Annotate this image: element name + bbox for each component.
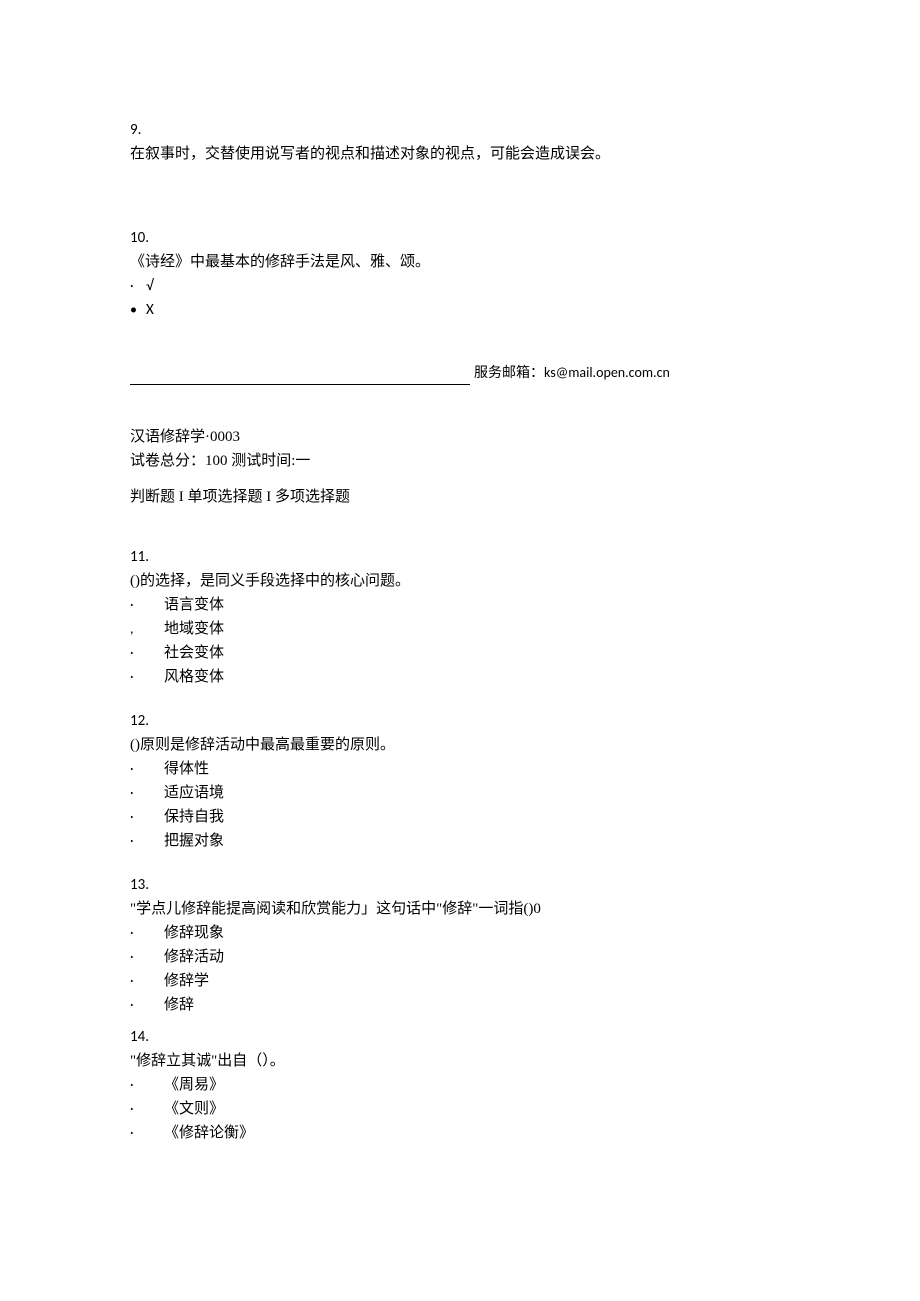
bullet-dot-icon: · (130, 758, 146, 780)
q11-number: 11. (130, 545, 790, 569)
bullet-dot-icon: · (130, 830, 146, 852)
option-label: 修辞学 (146, 969, 209, 993)
option-label: 修辞现象 (146, 921, 224, 945)
option-label: 得体性 (146, 757, 209, 781)
option-label: 地域变体 (146, 617, 224, 641)
q13-number: 13. (130, 873, 790, 897)
bullet-dot-icon: · (130, 922, 146, 944)
q12-option-d: · 把握对象 (130, 829, 790, 853)
option-label: 修辞活动 (146, 945, 224, 969)
service-label: 服务邮箱： (474, 366, 544, 381)
q10-text: 《诗经》中最基本的修辞手法是风、雅、颂。 (130, 250, 790, 274)
bullet-dot-icon: · (130, 275, 146, 297)
q13-option-d: · 修辞 (130, 993, 790, 1017)
footer-divider: 服务邮箱：ks@mail.open.com.cn (130, 362, 790, 385)
q12-option-a: · 得体性 (130, 757, 790, 781)
option-label: 《周易》 (146, 1073, 224, 1097)
q11-option-b: , 地域变体 (130, 617, 790, 641)
q14-option-a: · 《周易》 (130, 1073, 790, 1097)
bullet-dot-icon: · (130, 1122, 146, 1144)
exam-meta: 试卷总分：100 测试时间:一 (130, 449, 790, 473)
q11-text: ()的选择，是同义手段选择中的核心问题。 (130, 569, 790, 593)
q14-option-b: · 《文则》 (130, 1097, 790, 1121)
option-label: 修辞 (146, 993, 194, 1017)
q12-option-c: · 保持自我 (130, 805, 790, 829)
q11-option-a: · 语言变体 (130, 593, 790, 617)
email-address: ks@mail.open.com.cn (544, 364, 670, 381)
bullet-dot-icon: · (130, 946, 146, 968)
bullet-dot-icon: · (130, 642, 146, 664)
option-label: 保持自我 (146, 805, 224, 829)
exam-sections: 判断题 I 单项选择题 I 多项选择题 (130, 485, 790, 509)
option-label: 风格变体 (146, 665, 224, 689)
q11-option-c: · 社会变体 (130, 641, 790, 665)
spacer (130, 689, 790, 701)
bullet-dot-icon: · (130, 666, 146, 688)
option-label: 适应语境 (146, 781, 224, 805)
q12-option-b: · 适应语境 (130, 781, 790, 805)
q14-number: 14. (130, 1025, 790, 1049)
q13-option-c: · 修辞学 (130, 969, 790, 993)
bullet-dot-icon: · (130, 1074, 146, 1096)
bullet-dot-icon: · (130, 994, 146, 1016)
bullet-dot-icon: · (130, 594, 146, 616)
option-label: 《文则》 (146, 1097, 224, 1121)
q14-text: "修辞立其诚"出自（）。 (130, 1049, 790, 1073)
spacer (130, 473, 790, 485)
q12-text: ()原则是修辞活动中最高最重要的原则。 (130, 733, 790, 757)
q13-option-a: · 修辞现象 (130, 921, 790, 945)
true-mark: √ (146, 274, 153, 298)
option-label: 把握对象 (146, 829, 224, 853)
q9-text: 在叙事时，交替使用说写者的视点和描述对象的视点，可能会造成误会。 (130, 142, 790, 166)
q13-option-b: · 修辞活动 (130, 945, 790, 969)
spacer (130, 853, 790, 865)
exam-title: 汉语修辞学·0003 (130, 425, 790, 449)
option-label: 《修辞论衡》 (146, 1121, 254, 1145)
q10-number: 10. (130, 226, 790, 250)
q10-true-option: · √ (130, 274, 790, 298)
q10-false-option: • X (130, 298, 790, 322)
bullet-dot-icon: · (130, 1098, 146, 1120)
exam-header: 汉语修辞学·0003 试卷总分：100 测试时间:一 判断题 I 单项选择题 I… (130, 425, 790, 509)
service-email: 服务邮箱：ks@mail.open.com.cn (474, 362, 670, 385)
q14-option-c: · 《修辞论衡》 (130, 1121, 790, 1145)
bullet-dot-icon: · (130, 782, 146, 804)
spacer (130, 166, 790, 218)
bullet-dot-icon: • (130, 299, 146, 321)
underline (130, 383, 470, 385)
bullet-dot-icon: · (130, 806, 146, 828)
q13-text: "学点儿修辞能提高阅读和欣赏能力」这句话中"修辞"一词指()0 (130, 897, 790, 921)
page: 9. 在叙事时，交替使用说写者的视点和描述对象的视点，可能会造成误会。 10. … (0, 0, 920, 1301)
q9-number: 9. (130, 118, 790, 142)
spacer (130, 509, 790, 537)
q11-option-d: · 风格变体 (130, 665, 790, 689)
option-label: 社会变体 (146, 641, 224, 665)
false-mark: X (146, 298, 154, 322)
bullet-comma-icon: , (130, 618, 146, 640)
bullet-dot-icon: · (130, 970, 146, 992)
q12-number: 12. (130, 709, 790, 733)
option-label: 语言变体 (146, 593, 224, 617)
